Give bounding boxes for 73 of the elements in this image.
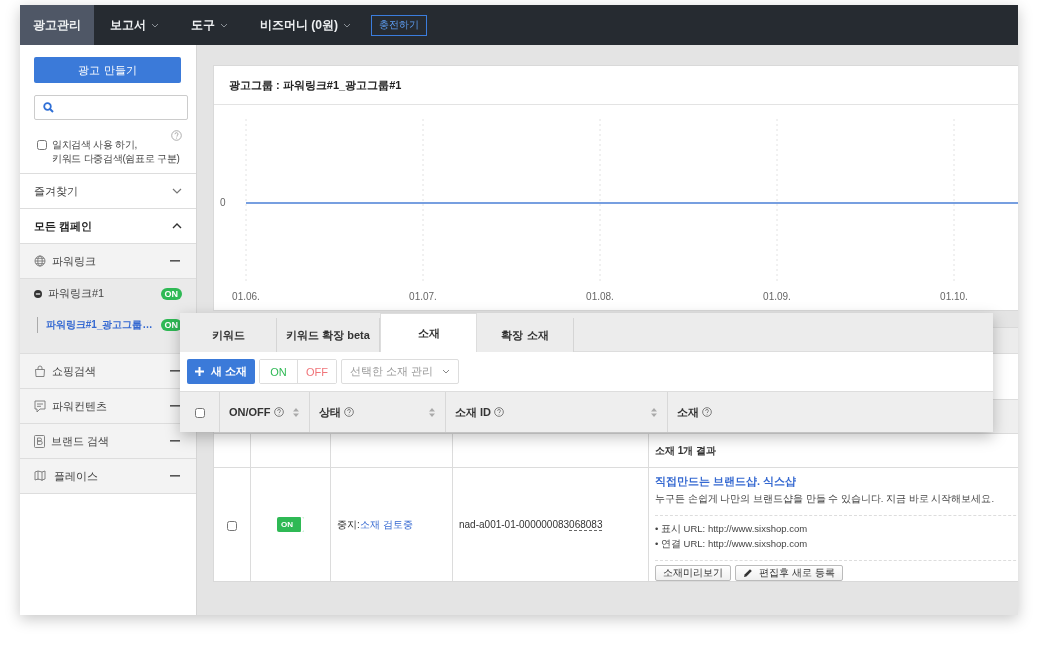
help-icon[interactable]	[494, 407, 505, 417]
edit-button[interactable]: 편집후 새로 등록	[735, 565, 843, 581]
ad-group-link[interactable]: 파워링크#1_광고그룹…	[45, 318, 153, 332]
tab[interactable]: 키워드 확장 beta	[277, 318, 380, 352]
x-axis-label: 01.07.	[409, 291, 437, 302]
ad-headline[interactable]: 직접만드는 브랜드샵. 식스샵	[655, 474, 797, 489]
search-icon	[43, 102, 54, 113]
x-axis-label: 01.09.	[763, 291, 791, 302]
plus-icon	[195, 367, 204, 376]
ad-url: • 표시 URL: http://www.sixshop.com	[655, 522, 808, 536]
caret-down-icon	[151, 22, 159, 28]
charge-button[interactable]: 충전하기	[371, 14, 427, 36]
globe-icon	[34, 255, 46, 267]
campaign-type-label[interactable]: 플레이스	[54, 468, 98, 484]
create-ad-button[interactable]: 광고 만들기	[34, 57, 181, 83]
ad-url: • 연결 URL: http://www.sixshop.com	[655, 537, 808, 551]
tab[interactable]: 키워드	[180, 318, 277, 352]
nav-menu-item[interactable]: 광고관리	[20, 5, 94, 45]
caret-down-icon	[220, 22, 228, 28]
tab[interactable]: 소재	[380, 313, 477, 352]
help-icon[interactable]	[344, 407, 354, 417]
checkbox[interactable]	[194, 408, 205, 418]
column-header[interactable]: 소재 ID	[446, 392, 668, 432]
ad-id: nad-a001-01-000000083068083	[459, 519, 603, 530]
bag-icon	[34, 365, 46, 377]
map-icon	[34, 470, 48, 482]
nav-menu-item[interactable]: 보고서	[94, 5, 175, 45]
ad-description: 누구든 손쉽게 나만의 브랜드샵을 만들 수 있습니다. 지금 바로 시작해보세요.	[655, 493, 995, 506]
speech-bubble-icon	[34, 399, 46, 413]
brand-icon	[34, 434, 45, 448]
column-header[interactable]: ON/OFF	[220, 392, 310, 432]
sort-icon[interactable]	[429, 407, 435, 417]
exact-match-label: 일치검색 사용 하기, 키워드 다중검색(쉼표로 구분)	[52, 138, 180, 166]
status-badge: ON	[160, 319, 182, 331]
sort-icon[interactable]	[651, 407, 657, 417]
column-header[interactable]: 소재	[668, 392, 993, 432]
y-axis-label: 0	[220, 197, 226, 208]
ad-group-title: 광고그룹 : 파워링크#1_광고그룹#1	[214, 66, 1018, 105]
x-axis-label: 01.08.	[586, 291, 614, 302]
minus-circle-icon[interactable]	[34, 289, 42, 298]
status-text: 중지:소재 검토중	[337, 517, 413, 532]
campaign-type-label[interactable]: 파워컨텐츠	[52, 398, 107, 414]
checkbox[interactable]	[37, 140, 47, 150]
new-ad-button[interactable]: 새 소재	[187, 359, 256, 384]
column-title: 상태	[319, 404, 341, 420]
column-header[interactable]: 상태	[310, 392, 446, 432]
chevron-icon	[172, 188, 182, 194]
tab[interactable]: 확장 소재	[477, 318, 574, 352]
search-field[interactable]	[34, 95, 188, 120]
sort-icon[interactable]	[293, 407, 299, 417]
status-badge: ON	[160, 287, 182, 300]
review-link[interactable]: 소재 검토중	[359, 518, 413, 530]
x-axis-label: 01.10.	[940, 291, 968, 302]
preview-button[interactable]: 소재미리보기	[655, 565, 731, 581]
column-title: 소재 ID	[455, 404, 492, 420]
column-title: ON/OFF	[229, 406, 271, 418]
column-title: 소재	[677, 404, 699, 420]
campaign-name[interactable]: 파워링크#1	[48, 286, 105, 301]
chevron-icon	[172, 223, 182, 229]
x-axis-label: 01.06.	[232, 291, 260, 302]
campaign-type-label[interactable]: 파워링크	[52, 253, 96, 269]
caret-down-icon	[442, 369, 451, 374]
caret-down-icon	[343, 22, 351, 28]
checkbox[interactable]	[227, 520, 237, 531]
nav-menu-item[interactable]: 도구	[175, 5, 244, 45]
help-icon[interactable]	[171, 130, 182, 141]
help-icon[interactable]	[273, 407, 284, 417]
nav-menu-item[interactable]: 비즈머니 (0원)	[244, 5, 367, 45]
campaign-type-label[interactable]: 쇼핑검색	[52, 363, 96, 379]
help-icon[interactable]	[702, 407, 712, 417]
campaign-type-label[interactable]: 브랜드 검색	[51, 433, 110, 449]
pencil-icon	[743, 568, 753, 578]
result-count: 소재 1개 결과	[655, 443, 717, 458]
